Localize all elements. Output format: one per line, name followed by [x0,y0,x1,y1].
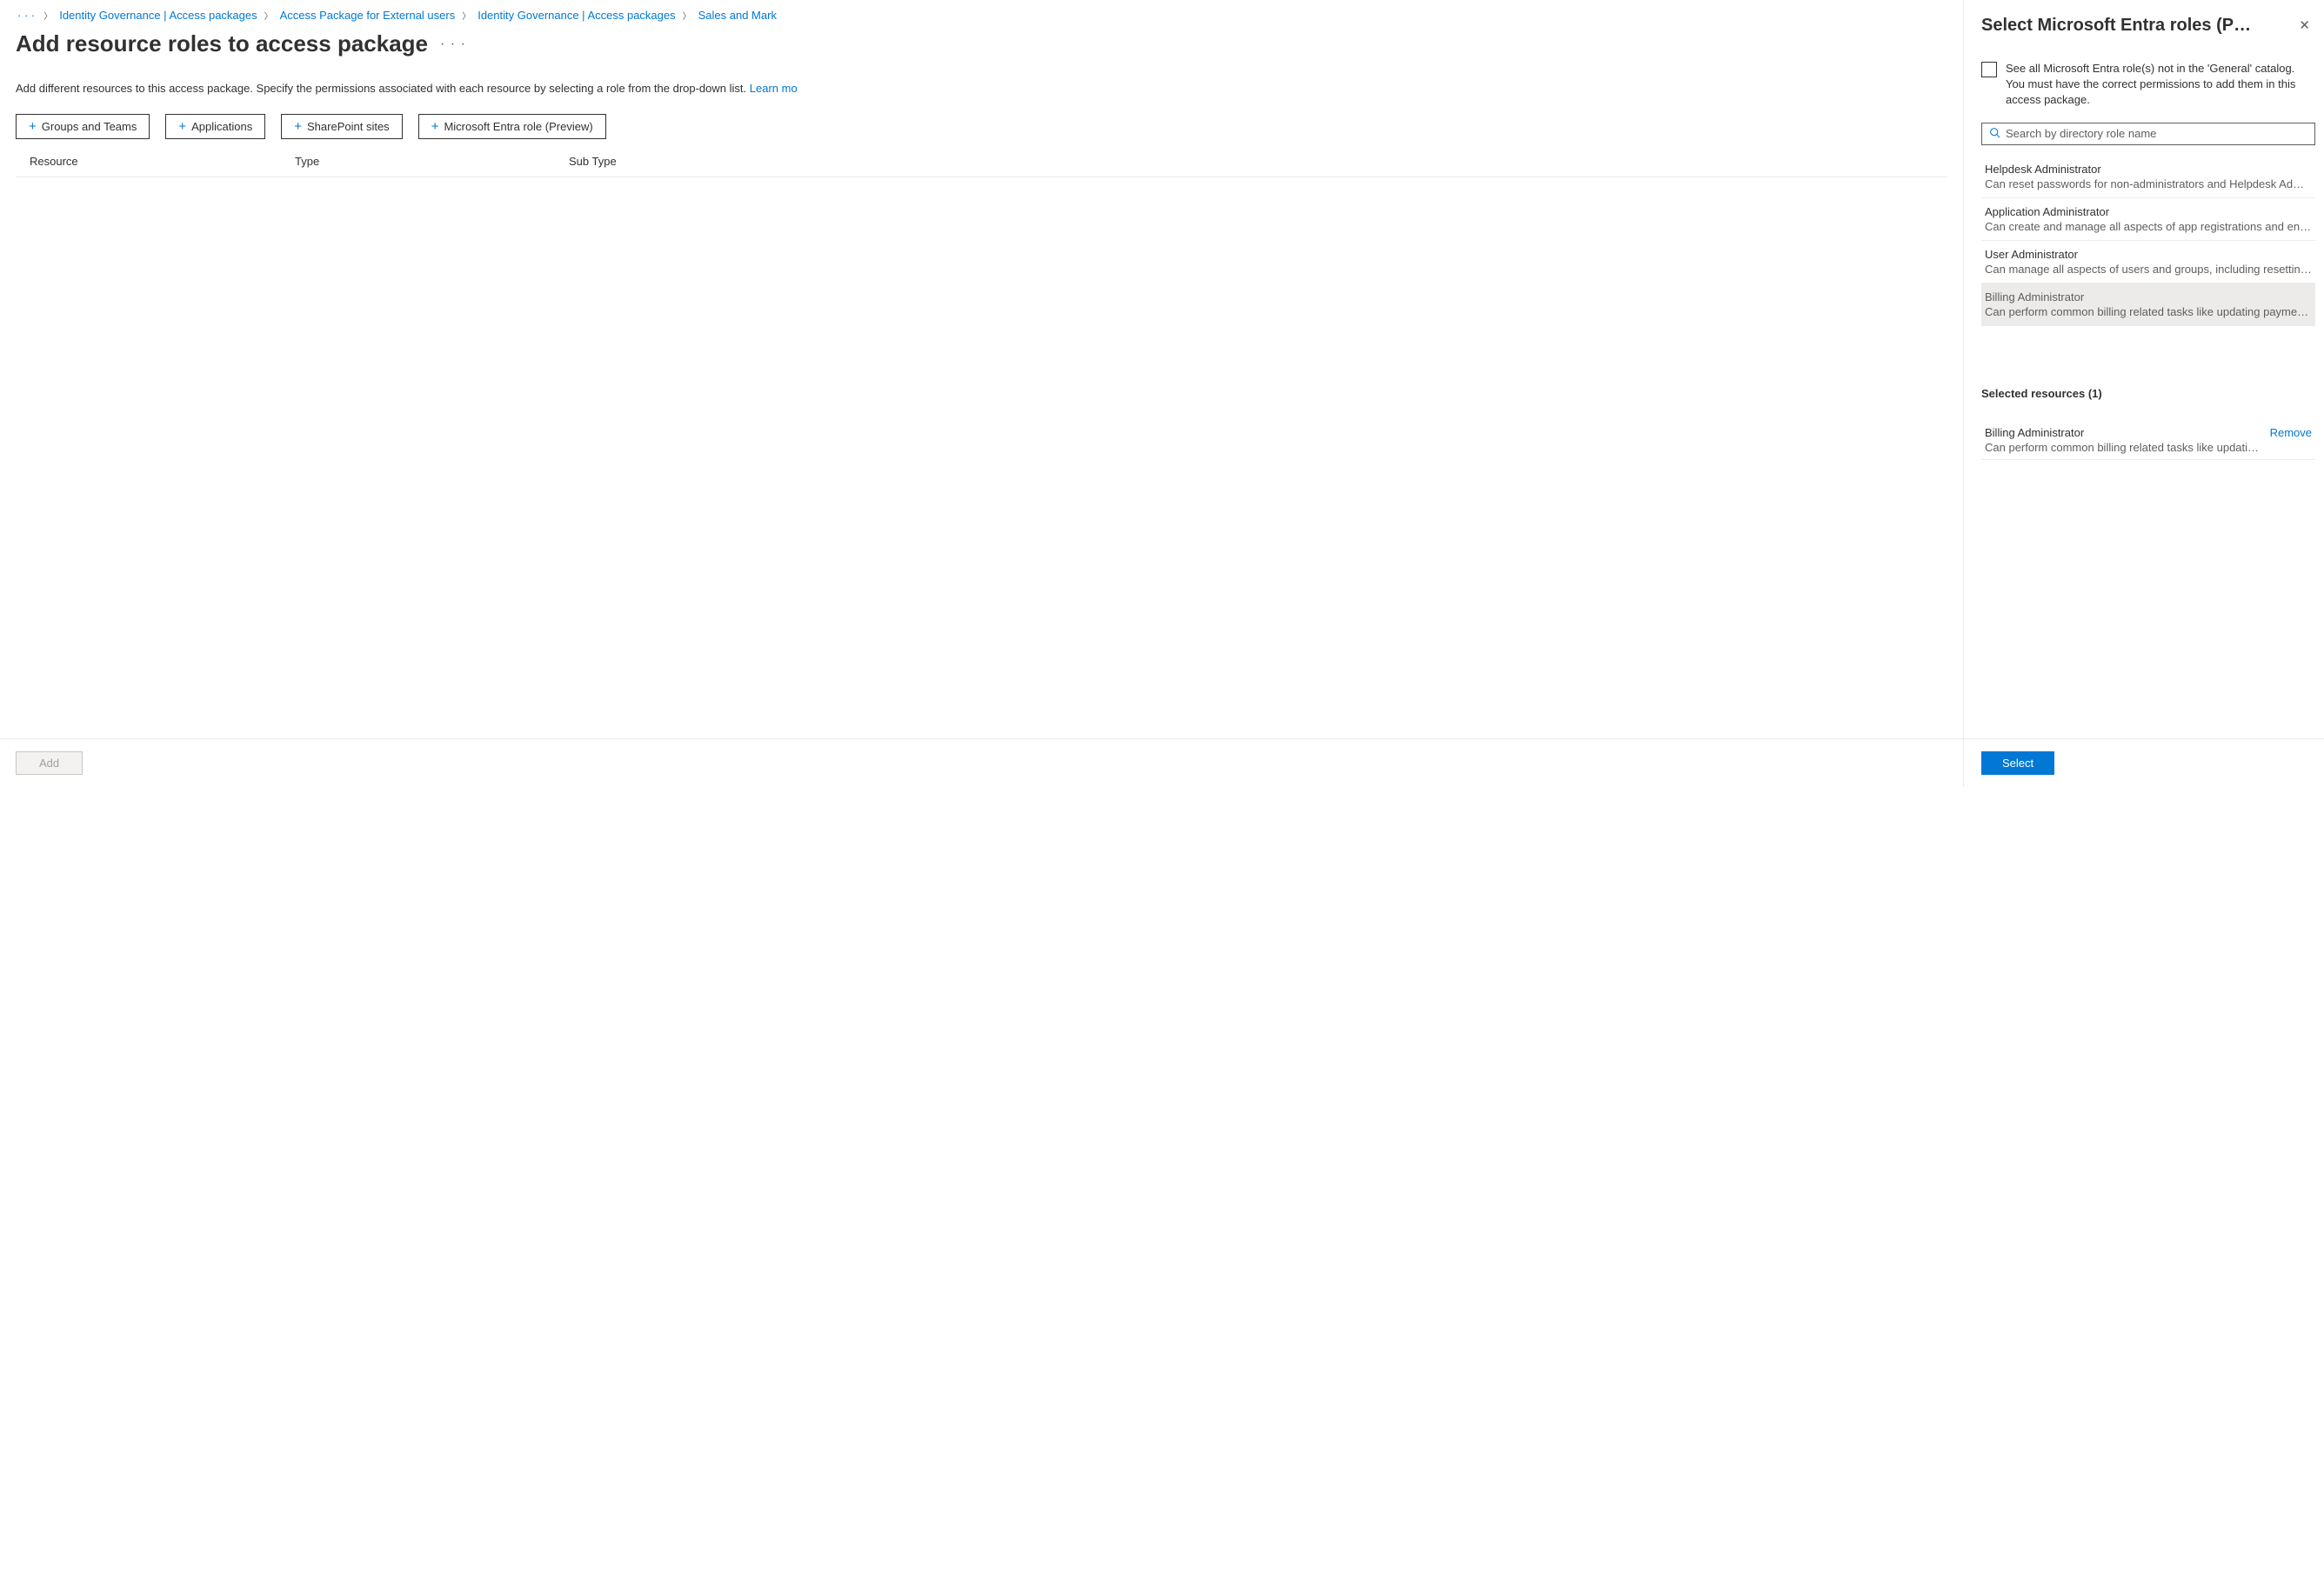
button-label: SharePoint sites [307,120,390,133]
add-entra-role-button[interactable]: + Microsoft Entra role (Preview) [418,114,606,139]
role-item-helpdesk-admin[interactable]: Helpdesk Administrator Can reset passwor… [1981,156,2315,198]
button-label: Microsoft Entra role (Preview) [444,120,592,133]
search-input[interactable] [2006,127,2307,140]
role-item-user-admin[interactable]: User Administrator Can manage all aspect… [1981,241,2315,283]
search-icon [1989,127,2000,141]
select-button[interactable]: Select [1981,751,2054,775]
search-box[interactable] [1981,123,2315,145]
plus-icon: + [294,119,302,134]
breadcrumb-ellipsis[interactable]: · · · [16,9,37,22]
add-button[interactable]: Add [16,751,83,775]
plus-icon: + [431,119,439,134]
resource-type-toolbar: + Groups and Teams + Applications + Shar… [16,114,1947,139]
page-title: Add resource roles to access package [16,30,428,57]
breadcrumb: · · · 〉 Identity Governance | Access pac… [16,9,1947,22]
close-icon[interactable]: ✕ [2295,14,2314,37]
chevron-right-icon: 〉 [683,9,691,22]
role-list: Helpdesk Administrator Can reset passwor… [1981,156,2315,326]
plus-icon: + [178,119,186,134]
select-roles-panel: Select Microsoft Entra roles (P… ✕ See a… [1963,0,2324,787]
selected-item-billing-admin: Billing Administrator Can perform common… [1981,421,2315,460]
panel-title: Select Microsoft Entra roles (P… [1981,16,2295,36]
remove-link[interactable]: Remove [2270,426,2312,439]
role-desc: Can create and manage all aspects of app… [1985,220,2312,233]
chevron-right-icon: 〉 [43,9,52,22]
breadcrumb-link-0[interactable]: Identity Governance | Access packages [59,9,257,22]
main-footer: Add [0,738,1963,787]
learn-more-link[interactable]: Learn mo [750,82,798,95]
column-subtype[interactable]: Sub Type [569,155,1933,168]
more-icon[interactable]: · · · [440,37,466,52]
selected-heading: Selected resources (1) [1981,387,2315,400]
breadcrumb-link-2[interactable]: Identity Governance | Access packages [477,9,675,22]
panel-footer: Select [1964,738,2324,787]
see-all-checkbox[interactable] [1981,62,1997,77]
role-item-billing-admin[interactable]: Billing Administrator Can perform common… [1981,283,2315,326]
button-label: Applications [191,120,252,133]
page-description-text: Add different resources to this access p… [16,82,750,95]
role-desc: Can reset passwords for non-administrato… [1985,177,2312,190]
selected-desc: Can perform common billing related tasks… [1985,441,2263,454]
breadcrumb-link-1[interactable]: Access Package for External users [280,9,456,22]
selected-name: Billing Administrator [1985,426,2263,439]
chevron-right-icon: 〉 [462,9,471,22]
role-name: Helpdesk Administrator [1985,163,2312,176]
add-applications-button[interactable]: + Applications [165,114,265,139]
plus-icon: + [29,119,37,134]
table-header: Resource Type Sub Type [16,155,1947,177]
breadcrumb-link-3[interactable]: Sales and Mark [698,9,777,22]
column-type[interactable]: Type [295,155,569,168]
role-desc: Can perform common billing related tasks… [1985,305,2312,318]
main-content: · · · 〉 Identity Governance | Access pac… [0,0,1963,787]
selected-resources-section: Selected resources (1) Billing Administr… [1981,387,2315,460]
see-all-label: See all Microsoft Entra role(s) not in t… [2006,61,2315,109]
add-sharepoint-sites-button[interactable]: + SharePoint sites [281,114,402,139]
role-name: Application Administrator [1985,205,2312,218]
role-name: User Administrator [1985,248,2312,261]
button-label: Groups and Teams [42,120,137,133]
add-groups-teams-button[interactable]: + Groups and Teams [16,114,150,139]
chevron-right-icon: 〉 [264,9,273,22]
role-item-application-admin[interactable]: Application Administrator Can create and… [1981,198,2315,241]
page-description: Add different resources to this access p… [16,82,1947,95]
column-resource[interactable]: Resource [30,155,295,168]
role-desc: Can manage all aspects of users and grou… [1985,263,2312,276]
role-name: Billing Administrator [1985,290,2312,303]
